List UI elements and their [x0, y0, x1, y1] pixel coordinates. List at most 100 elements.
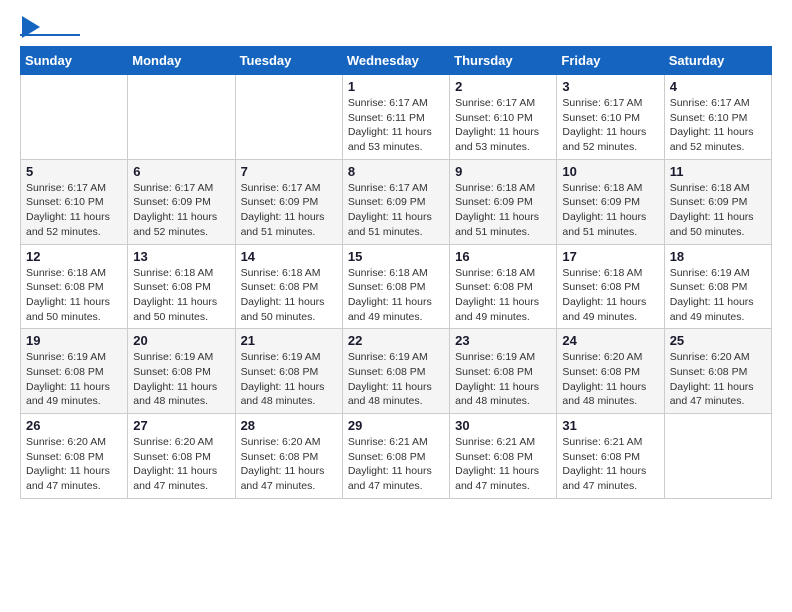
- day-number: 3: [562, 79, 658, 94]
- calendar-day-9: 9Sunrise: 6:18 AM Sunset: 6:09 PM Daylig…: [450, 159, 557, 244]
- day-number: 30: [455, 418, 551, 433]
- day-info: Sunrise: 6:17 AM Sunset: 6:10 PM Dayligh…: [562, 96, 658, 155]
- calendar-day-13: 13 Sunrise: 6:18 AM Sunset: 6:08 PM Dayli…: [128, 244, 235, 329]
- day-info: Sunrise: 6:20 AM Sunset: 6:08 PM Dayligh…: [133, 435, 229, 494]
- day-info: Sunrise: 6:18 AM Sunset: 6:08 PM Dayligh…: [241, 266, 337, 325]
- calendar-body: 1Sunrise: 6:17 AM Sunset: 6:11 PM Daylig…: [21, 75, 772, 499]
- calendar-day-4: 4 Sunrise: 6:17 AM Sunset: 6:10 PM Daylig…: [664, 75, 771, 160]
- day-info: Sunrise: 6:18 AM Sunset: 6:09 PM Dayligh…: [455, 181, 551, 240]
- day-info: Sunrise: 6:19 AM Sunset: 6:08 PM Dayligh…: [348, 350, 444, 409]
- calendar-day-2: 2 Sunrise: 6:17 AM Sunset: 6:10 PM Daylig…: [450, 75, 557, 160]
- day-number: 10: [562, 164, 658, 179]
- calendar-day-14: 14 Sunrise: 6:18 AM Sunset: 6:08 PM Dayli…: [235, 244, 342, 329]
- calendar-day-22: 22 Sunrise: 6:19 AM Sunset: 6:08 PM Dayli…: [342, 329, 449, 414]
- day-number: 15: [348, 249, 444, 264]
- day-number: 6: [133, 164, 229, 179]
- logo: [20, 20, 80, 36]
- day-info: Sunrise: 6:18 AM Sunset: 6:09 PM Dayligh…: [562, 181, 658, 240]
- calendar-day-27: 27Sunrise: 6:20 AM Sunset: 6:08 PM Dayli…: [128, 414, 235, 499]
- page-header: [20, 20, 772, 36]
- day-number: 13: [133, 249, 229, 264]
- calendar-day-30: 30 Sunrise: 6:21 AM Sunset: 6:08 PM Dayli…: [450, 414, 557, 499]
- day-number: 31: [562, 418, 658, 433]
- day-info: Sunrise: 6:18 AM Sunset: 6:08 PM Dayligh…: [455, 266, 551, 325]
- weekday-header-saturday: Saturday: [664, 47, 771, 75]
- day-info: Sunrise: 6:18 AM Sunset: 6:08 PM Dayligh…: [26, 266, 122, 325]
- calendar-day-5: 5 Sunrise: 6:17 AM Sunset: 6:10 PM Daylig…: [21, 159, 128, 244]
- calendar-week-4: 19 Sunrise: 6:19 AM Sunset: 6:08 PM Dayli…: [21, 329, 772, 414]
- empty-cell: [235, 75, 342, 160]
- calendar-day-7: 7 Sunrise: 6:17 AM Sunset: 6:09 PM Daylig…: [235, 159, 342, 244]
- calendar-week-3: 12 Sunrise: 6:18 AM Sunset: 6:08 PM Dayli…: [21, 244, 772, 329]
- calendar-day-25: 25Sunrise: 6:20 AM Sunset: 6:08 PM Dayli…: [664, 329, 771, 414]
- calendar-day-10: 10 Sunrise: 6:18 AM Sunset: 6:09 PM Dayli…: [557, 159, 664, 244]
- day-number: 28: [241, 418, 337, 433]
- day-number: 24: [562, 333, 658, 348]
- day-number: 8: [348, 164, 444, 179]
- day-number: 12: [26, 249, 122, 264]
- calendar-header: SundayMondayTuesdayWednesdayThursdayFrid…: [21, 47, 772, 75]
- day-info: Sunrise: 6:17 AM Sunset: 6:10 PM Dayligh…: [455, 96, 551, 155]
- day-number: 18: [670, 249, 766, 264]
- weekday-header-wednesday: Wednesday: [342, 47, 449, 75]
- day-info: Sunrise: 6:19 AM Sunset: 6:08 PM Dayligh…: [133, 350, 229, 409]
- day-number: 19: [26, 333, 122, 348]
- empty-cell: [21, 75, 128, 160]
- weekday-header-thursday: Thursday: [450, 47, 557, 75]
- day-info: Sunrise: 6:20 AM Sunset: 6:08 PM Dayligh…: [26, 435, 122, 494]
- weekday-header-monday: Monday: [128, 47, 235, 75]
- day-number: 11: [670, 164, 766, 179]
- day-number: 22: [348, 333, 444, 348]
- calendar-day-24: 24 Sunrise: 6:20 AM Sunset: 6:08 PM Dayli…: [557, 329, 664, 414]
- day-info: Sunrise: 6:20 AM Sunset: 6:08 PM Dayligh…: [670, 350, 766, 409]
- calendar-day-28: 28Sunrise: 6:20 AM Sunset: 6:08 PM Dayli…: [235, 414, 342, 499]
- day-info: Sunrise: 6:20 AM Sunset: 6:08 PM Dayligh…: [562, 350, 658, 409]
- day-info: Sunrise: 6:18 AM Sunset: 6:08 PM Dayligh…: [133, 266, 229, 325]
- calendar-day-1: 1Sunrise: 6:17 AM Sunset: 6:11 PM Daylig…: [342, 75, 449, 160]
- day-number: 29: [348, 418, 444, 433]
- day-info: Sunrise: 6:19 AM Sunset: 6:08 PM Dayligh…: [26, 350, 122, 409]
- day-number: 7: [241, 164, 337, 179]
- logo-underline: [20, 34, 80, 36]
- day-number: 5: [26, 164, 122, 179]
- day-number: 21: [241, 333, 337, 348]
- day-number: 17: [562, 249, 658, 264]
- calendar-day-21: 21 Sunrise: 6:19 AM Sunset: 6:08 PM Dayli…: [235, 329, 342, 414]
- day-number: 4: [670, 79, 766, 94]
- calendar-day-6: 6Sunrise: 6:17 AM Sunset: 6:09 PM Daylig…: [128, 159, 235, 244]
- day-number: 16: [455, 249, 551, 264]
- day-info: Sunrise: 6:19 AM Sunset: 6:08 PM Dayligh…: [670, 266, 766, 325]
- calendar-day-31: 31 Sunrise: 6:21 AM Sunset: 6:08 PM Dayli…: [557, 414, 664, 499]
- day-number: 23: [455, 333, 551, 348]
- day-number: 1: [348, 79, 444, 94]
- day-info: Sunrise: 6:18 AM Sunset: 6:09 PM Dayligh…: [670, 181, 766, 240]
- day-number: 20: [133, 333, 229, 348]
- day-info: Sunrise: 6:17 AM Sunset: 6:10 PM Dayligh…: [26, 181, 122, 240]
- calendar-day-23: 23 Sunrise: 6:19 AM Sunset: 6:08 PM Dayli…: [450, 329, 557, 414]
- day-info: Sunrise: 6:17 AM Sunset: 6:10 PM Dayligh…: [670, 96, 766, 155]
- day-number: 2: [455, 79, 551, 94]
- weekday-header-sunday: Sunday: [21, 47, 128, 75]
- day-info: Sunrise: 6:19 AM Sunset: 6:08 PM Dayligh…: [455, 350, 551, 409]
- calendar-day-26: 26 Sunrise: 6:20 AM Sunset: 6:08 PM Dayli…: [21, 414, 128, 499]
- day-info: Sunrise: 6:21 AM Sunset: 6:08 PM Dayligh…: [348, 435, 444, 494]
- calendar-day-18: 18 Sunrise: 6:19 AM Sunset: 6:08 PM Dayli…: [664, 244, 771, 329]
- day-info: Sunrise: 6:21 AM Sunset: 6:08 PM Dayligh…: [455, 435, 551, 494]
- calendar-week-2: 5 Sunrise: 6:17 AM Sunset: 6:10 PM Daylig…: [21, 159, 772, 244]
- weekday-header-tuesday: Tuesday: [235, 47, 342, 75]
- calendar-day-15: 15Sunrise: 6:18 AM Sunset: 6:08 PM Dayli…: [342, 244, 449, 329]
- empty-cell: [664, 414, 771, 499]
- calendar-day-20: 20 Sunrise: 6:19 AM Sunset: 6:08 PM Dayli…: [128, 329, 235, 414]
- calendar-day-3: 3 Sunrise: 6:17 AM Sunset: 6:10 PM Daylig…: [557, 75, 664, 160]
- day-info: Sunrise: 6:17 AM Sunset: 6:09 PM Dayligh…: [241, 181, 337, 240]
- weekday-header-friday: Friday: [557, 47, 664, 75]
- calendar-day-12: 12 Sunrise: 6:18 AM Sunset: 6:08 PM Dayli…: [21, 244, 128, 329]
- day-number: 26: [26, 418, 122, 433]
- calendar-week-5: 26 Sunrise: 6:20 AM Sunset: 6:08 PM Dayli…: [21, 414, 772, 499]
- empty-cell: [128, 75, 235, 160]
- day-info: Sunrise: 6:19 AM Sunset: 6:08 PM Dayligh…: [241, 350, 337, 409]
- day-info: Sunrise: 6:21 AM Sunset: 6:08 PM Dayligh…: [562, 435, 658, 494]
- day-number: 14: [241, 249, 337, 264]
- calendar-day-8: 8Sunrise: 6:17 AM Sunset: 6:09 PM Daylig…: [342, 159, 449, 244]
- weekday-row: SundayMondayTuesdayWednesdayThursdayFrid…: [21, 47, 772, 75]
